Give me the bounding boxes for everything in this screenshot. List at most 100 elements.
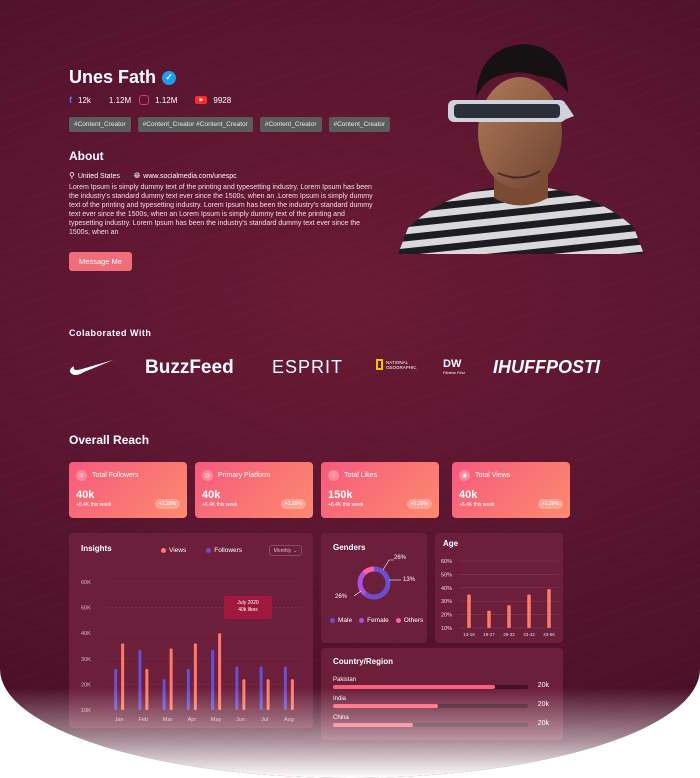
kpi-chip: +1.29% [537,499,563,509]
y-tick-label: 60K [81,580,91,586]
reach-heading: Overall Reach [69,433,150,447]
leader-line [353,590,362,597]
instagram-icon [139,95,150,105]
age-bar [487,610,491,628]
x-tick-label: Aug [284,717,294,723]
bar-views [169,648,173,710]
youtube-count: 9928 [213,95,232,105]
x-tick-label: Jul [261,717,268,723]
profile-page: Unes Fath ✓ f 12k 1.12M 1.12M ▶ 9928 #Co… [0,0,700,778]
age-bar [547,589,551,628]
x-tick-label: 13-18 [463,632,475,637]
x-tick-label: 28-32 [503,632,515,637]
x-tick-label: 33-42 [523,632,535,637]
country-value: 20k [537,720,549,727]
x-tick-label: Feb [139,717,148,723]
y-tick-label: 30K [81,657,91,663]
gender-pct-left: 26% [335,594,348,600]
age-chart: 10% 20% 30% 40% 50% 60% 13-18 19-27 28-32 33-42 43… [441,559,559,637]
bar-followers [138,649,142,710]
tag-list: #Content_Creator #Content_Creator #Conte… [69,117,391,132]
twitter-count: 1.12M [108,95,132,105]
insights-chart: 10K 20K 30K 40K 50K 60K Jan Feb Mar Apr May Jun Jul A… [81,580,301,723]
natgeo-frame-icon [376,359,383,370]
bar-views [121,643,125,710]
legend-others: Others [395,617,423,624]
x-tick-label: Jun [236,717,245,723]
country-name: China [333,715,349,721]
y-tick-label: 30% [441,599,452,605]
y-tick-label: 50K [81,606,91,612]
age-bar [507,605,511,628]
tag[interactable]: #Content_Creator [259,117,322,132]
bar-followers [259,666,263,710]
followers-icon: ☺ [76,470,87,481]
x-tick-label: 43-56 [543,632,555,637]
x-tick-label: Mar [163,717,173,723]
bar-followers [162,679,166,710]
kpi-total-likes: ♡ Total Likes 150k +6.4K this week +1.29% [321,462,439,518]
bar-followers [283,666,287,710]
kpi-chip: +1.29% [406,499,432,509]
huffpost-logo: IHUFFPOSTI [493,357,600,377]
gender-pct-right: 13% [403,577,416,583]
insights-card: Insights Views Followers Monthly ⌄ 10K 20K… [69,533,313,728]
y-tick-label: 60% [441,559,452,565]
bar-followers [186,669,190,710]
bar-views [290,679,294,710]
bar-followers [211,649,215,710]
verified-icon: ✓ [162,70,177,85]
bar-views [145,669,149,710]
eye-icon: ◉ [459,470,470,481]
social-stats: f 12k 1.12M 1.12M ▶ 9928 [69,95,231,105]
y-tick-label: 50% [441,572,452,578]
tag[interactable]: #Content_Creator [69,117,131,132]
chart-tooltip: July 2020 40k likes [224,596,272,619]
x-tick-label: May [211,717,222,723]
like-icon: ♡ [328,470,339,481]
y-tick-label: 40K [81,631,91,637]
country-value: 20k [537,701,549,708]
profile-photo [398,38,644,254]
youtube-icon: ▶ [195,96,208,104]
y-tick-label: 20% [441,613,452,619]
country-name: India [333,696,347,702]
y-tick-label: 10% [441,626,452,632]
tag[interactable]: #Content_Creator [328,117,391,132]
globe-icon: 🌐︎ [133,171,141,180]
kpi-total-views: ◉ Total Views 40k +6.4K this week +1.29% [452,462,570,518]
bar-views [242,679,246,710]
y-tick-label: 40% [441,586,452,592]
dw-logo: DW Fitness First [443,358,465,375]
buzzfeed-logo: BuzzFeed [145,357,234,378]
message-button[interactable]: Message Me [69,252,132,271]
country-name: Pakistan [333,677,357,683]
collab-heading: Colaborated With [69,328,152,338]
x-tick-label: Jan [115,717,124,723]
website-link[interactable]: www.socialmedia.com/unespc [143,173,236,180]
kpi-chip: +1.29% [280,499,306,509]
y-tick-label: 20K [81,682,91,688]
genders-legend: Male Female Others [330,617,423,624]
legend-female: Female [359,617,389,624]
profile-name: Unes Fath ✓ [69,67,177,88]
country-card: Country/Region Pakistan 20k India 20k Ch… [321,648,563,740]
natgeo-logo: NATIONAL GEOGRAPHIC [376,359,417,370]
dw-sub: Fitness First [443,370,465,375]
tag[interactable]: #Content_Creator #Content_Creator [137,117,253,132]
bar-followers [114,669,118,710]
platform-icon: ◎ [202,470,213,481]
age-card: Age 10% 20% 30% 40% 50% 60% 13-18 19-27 28-32 33-… [435,533,563,643]
bar-views [218,633,222,710]
country-row-pakistan: Pakistan 20k [333,677,549,689]
kpi-total-followers: ☺ Total Followers 40k +6.4K this week +1.… [69,462,187,518]
kpi-chip: +1.29% [154,499,180,509]
y-tick-label: 10K [81,708,91,714]
nike-logo [68,358,114,376]
location-pin-icon: ⚲ [69,171,75,180]
country-row-india: India 20k [333,696,549,708]
gender-pct-top: 26% [394,555,407,561]
age-bar [527,594,531,628]
country-value: 20k [537,682,549,689]
genders-donut-chart [353,559,401,600]
